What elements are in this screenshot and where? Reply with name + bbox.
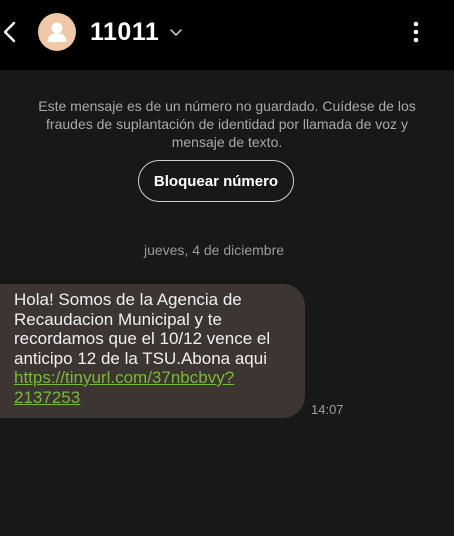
conversation-screen: 11011 Este mensaje es de un número no gu… xyxy=(0,0,454,536)
message-text: Hola! Somos de la Agencia de Recaudacion… xyxy=(14,290,271,368)
more-options-icon[interactable] xyxy=(404,16,428,48)
message-timestamp: 14:07 xyxy=(311,402,344,417)
person-icon xyxy=(47,22,67,42)
message-link[interactable]: https://tinyurl.com/37nbcbvy?2137253 xyxy=(14,368,234,407)
date-divider: jueves, 4 de diciembre xyxy=(143,242,285,258)
unsaved-number-warning: Este mensaje es de un número no guardado… xyxy=(38,98,416,150)
chevron-down-icon[interactable] xyxy=(168,24,184,40)
contact-name[interactable]: 11011 xyxy=(90,16,159,48)
avatar[interactable] xyxy=(38,13,76,51)
message-bubble[interactable]: Hola! Somos de la Agencia de Recaudacion… xyxy=(0,284,305,418)
header-bar: 11011 xyxy=(0,0,454,70)
block-number-button[interactable]: Bloquear número xyxy=(138,160,294,202)
back-arrow-icon[interactable] xyxy=(0,14,22,50)
